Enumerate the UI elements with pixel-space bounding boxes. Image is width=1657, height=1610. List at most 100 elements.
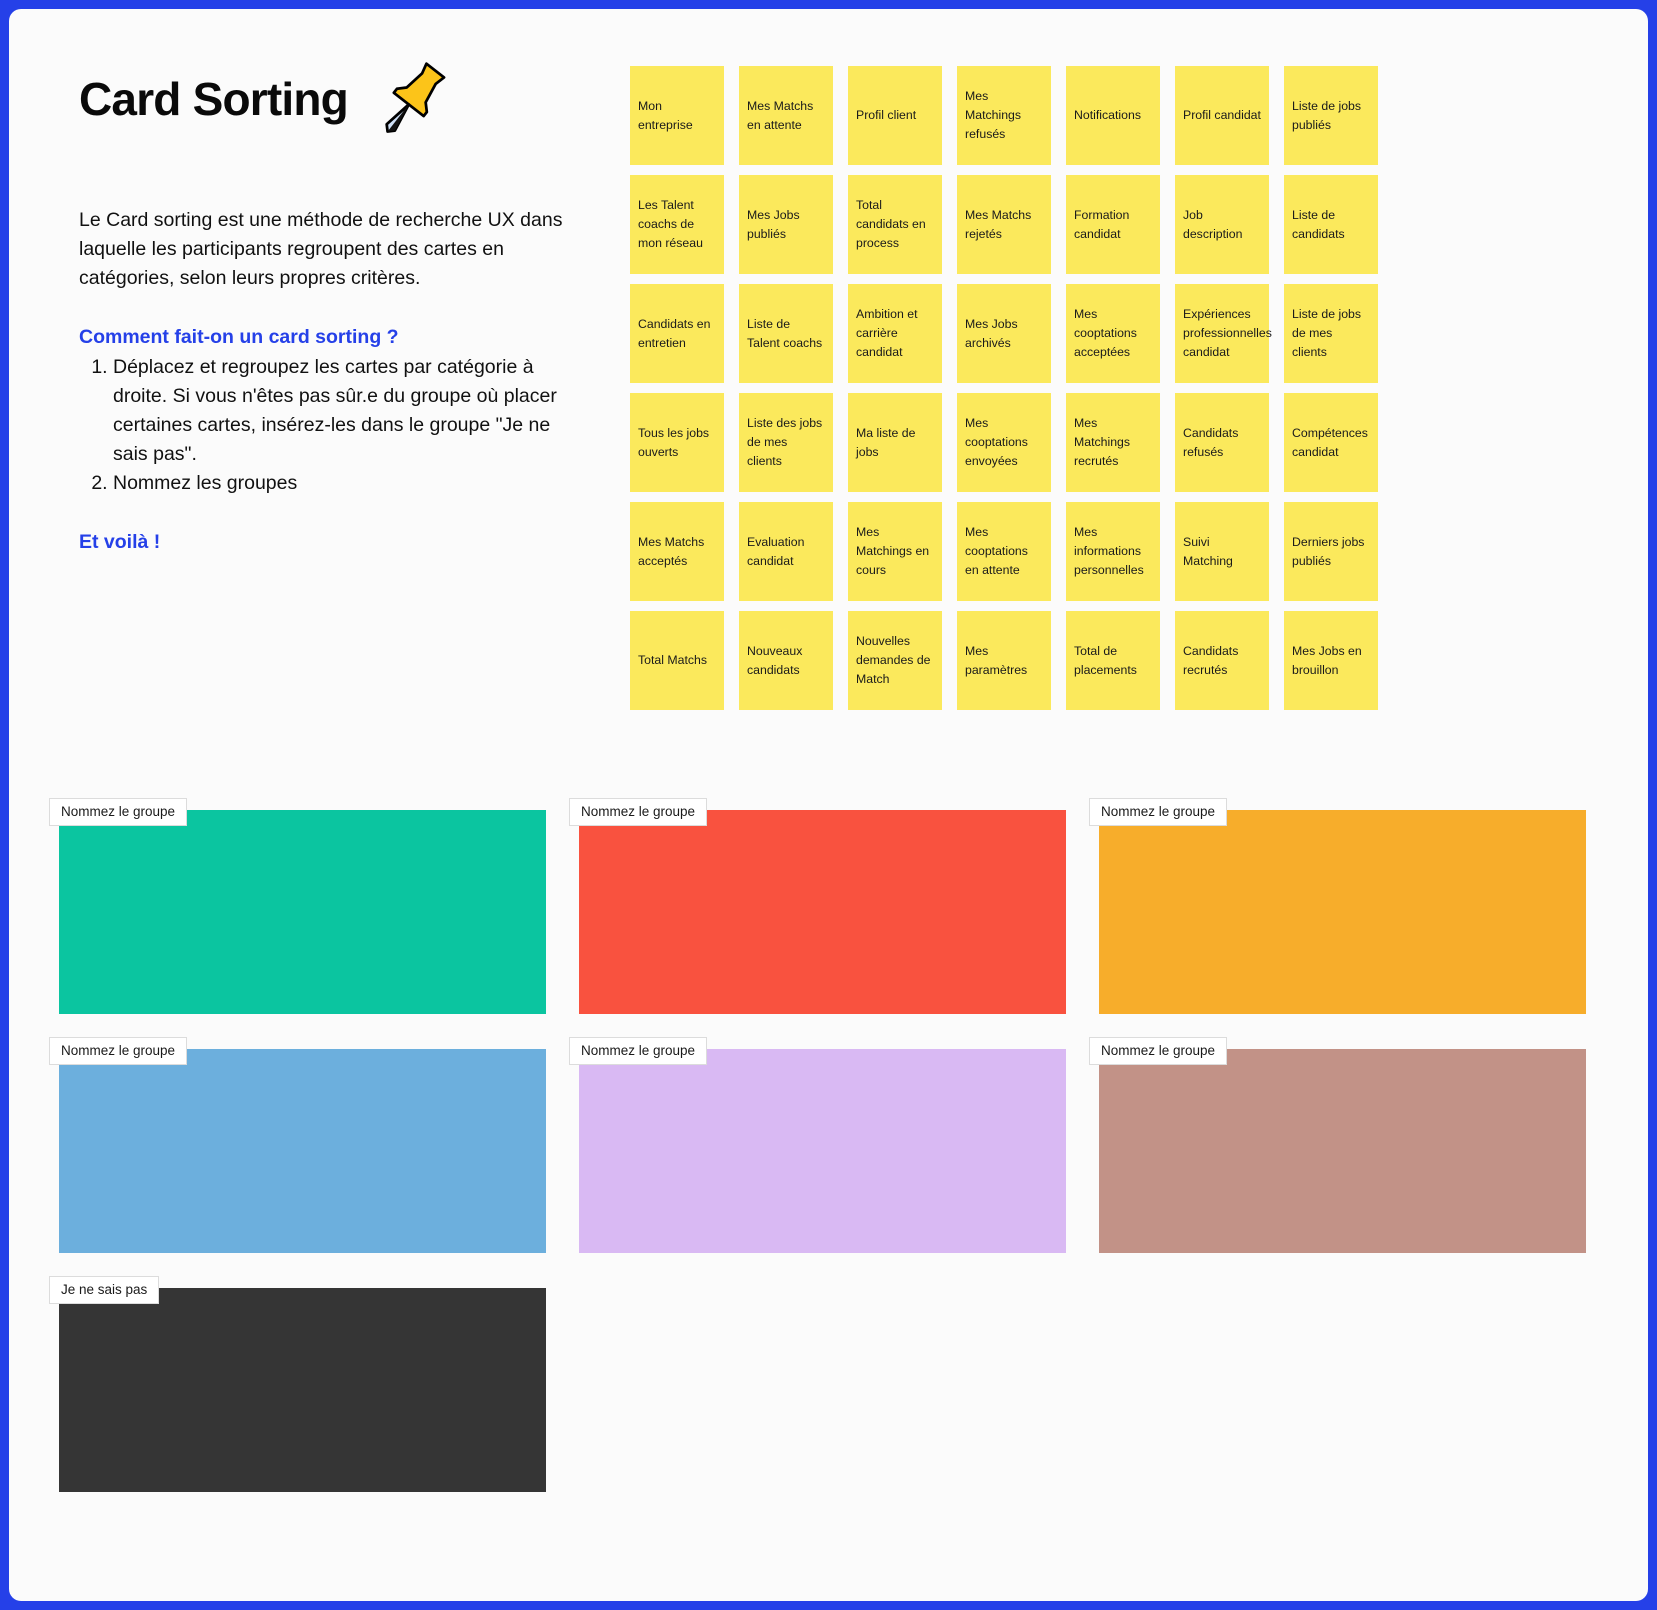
sort-card[interactable]: Formation candidat: [1066, 175, 1160, 274]
sort-card[interactable]: Mes Matchings recrutés: [1066, 393, 1160, 492]
sort-card[interactable]: Mes Matchs rejetés: [957, 175, 1051, 274]
sort-card[interactable]: Derniers jobs publiés: [1284, 502, 1378, 601]
sort-card-label: Mes Jobs archivés: [965, 316, 1018, 350]
group-zone-4[interactable]: Nommez le groupe: [49, 1037, 546, 1253]
sort-card-label: Total Matchs: [638, 653, 708, 668]
sort-card-label: Nouveaux candidats: [747, 643, 803, 677]
sort-card-label: Mes Matchings recrutés: [1074, 416, 1131, 468]
sort-card-label: Mes paramètres: [965, 643, 1028, 677]
sort-card[interactable]: Mes cooptations en attente: [957, 502, 1051, 601]
sort-card[interactable]: Tous les jobs ouverts: [630, 393, 724, 492]
group-zone-body[interactable]: [59, 810, 546, 1014]
step-item: Déplacez et regroupez les cartes par cat…: [113, 353, 579, 468]
sort-card[interactable]: Expériences professionnelles candidat: [1175, 284, 1272, 383]
group-zone-body[interactable]: [1099, 1049, 1586, 1253]
group-zone-body[interactable]: [1099, 810, 1586, 1014]
group-zone-unknown[interactable]: Je ne sais pas: [49, 1276, 546, 1492]
sort-card[interactable]: Candidats en entretien: [630, 284, 724, 383]
sort-card-label: Profil candidat: [1183, 108, 1261, 123]
group-zones: Nommez le groupe Nommez le groupe Nommez…: [49, 798, 1609, 1492]
group-zone-body[interactable]: [59, 1288, 546, 1492]
sort-card-label: Mes Jobs en brouillon: [1292, 643, 1362, 677]
sort-card[interactable]: Nouveaux candidats: [739, 611, 833, 710]
sort-card-label: Candidats en entretien: [638, 316, 711, 350]
group-zone-3[interactable]: Nommez le groupe: [1089, 798, 1586, 1014]
sort-card[interactable]: Mon entreprise: [630, 66, 724, 165]
sort-card[interactable]: Mes Matchs acceptés: [630, 502, 724, 601]
sort-card[interactable]: Suivi Matching: [1175, 502, 1269, 601]
sort-card[interactable]: Mes Matchings refusés: [957, 66, 1051, 165]
sort-card[interactable]: Mes Matchs en attente: [739, 66, 833, 165]
title-row: Card Sorting: [79, 54, 579, 144]
group-zone-body[interactable]: [59, 1049, 546, 1253]
group-name-input[interactable]: Nommez le groupe: [49, 1037, 188, 1065]
sort-card[interactable]: Liste de jobs de mes clients: [1284, 284, 1378, 383]
group-name-label-unknown[interactable]: Je ne sais pas: [49, 1276, 160, 1304]
page-title: Card Sorting: [79, 73, 349, 125]
sort-card[interactable]: Liste de Talent coachs: [739, 284, 833, 383]
group-zone-5[interactable]: Nommez le groupe: [569, 1037, 1066, 1253]
group-zone-1[interactable]: Nommez le groupe: [49, 798, 546, 1014]
sort-card[interactable]: Candidats refusés: [1175, 393, 1269, 492]
group-zone-6[interactable]: Nommez le groupe: [1089, 1037, 1586, 1253]
sort-card-label: Evaluation candidat: [747, 534, 805, 568]
sort-card-label: Liste de jobs de mes clients: [1292, 307, 1362, 359]
sort-card[interactable]: Compétences candidat: [1284, 393, 1378, 492]
sort-card-label: Liste de candidats: [1292, 207, 1345, 241]
sort-card-label: Expériences professionnelles candidat: [1183, 307, 1272, 359]
step-item: Nommez les groupes: [113, 469, 579, 498]
card-pool: Mon entreprise Mes Matchs en attente Pro…: [630, 66, 1378, 710]
sort-card-label: Liste des jobs de mes clients: [747, 416, 823, 468]
sort-card-label: Mes Matchings en cours: [856, 525, 930, 577]
sort-card[interactable]: Mes paramètres: [957, 611, 1051, 710]
sort-card-label: Liste de Talent coachs: [747, 316, 823, 350]
sort-card-label: Tous les jobs ouverts: [638, 425, 710, 459]
sort-card[interactable]: Mes cooptations envoyées: [957, 393, 1051, 492]
sort-card-label: Profil client: [856, 108, 917, 123]
sort-card[interactable]: Total Matchs: [630, 611, 724, 710]
sort-card[interactable]: Mes Jobs archivés: [957, 284, 1051, 383]
sort-card[interactable]: Les Talent coachs de mon réseau: [630, 175, 724, 274]
group-zone-2[interactable]: Nommez le groupe: [569, 798, 1066, 1014]
sort-card[interactable]: Job description: [1175, 175, 1269, 274]
sort-card[interactable]: Ma liste de jobs: [848, 393, 942, 492]
pushpin-icon: [370, 56, 456, 142]
sort-card[interactable]: Mes cooptations acceptées: [1066, 284, 1160, 383]
sort-card[interactable]: Liste des jobs de mes clients: [739, 393, 833, 492]
group-zone-body[interactable]: [579, 810, 1066, 1014]
sort-card[interactable]: Evaluation candidat: [739, 502, 833, 601]
sort-card-label: Mes Matchings refusés: [965, 89, 1022, 141]
sort-card-label: Mes informations personnelles: [1074, 525, 1144, 577]
sort-card[interactable]: Mes Jobs en brouillon: [1284, 611, 1378, 710]
sort-card-label: Derniers jobs publiés: [1292, 534, 1365, 568]
group-zone-body[interactable]: [579, 1049, 1066, 1253]
intro-panel: Card Sorting Le Card sorting est une mét…: [79, 54, 579, 557]
sort-card[interactable]: Liste de candidats: [1284, 175, 1378, 274]
sort-card[interactable]: Total de placements: [1066, 611, 1160, 710]
sort-card[interactable]: Mes Matchings en cours: [848, 502, 942, 601]
howto-steps: Déplacez et regroupez les cartes par cat…: [79, 353, 579, 497]
group-name-input[interactable]: Nommez le groupe: [569, 1037, 708, 1065]
sort-card[interactable]: Liste de jobs publiés: [1284, 66, 1378, 165]
sort-card[interactable]: Notifications: [1066, 66, 1160, 165]
sort-card[interactable]: Nouvelles demandes de Match: [848, 611, 942, 710]
sort-card-label: Ma liste de jobs: [856, 425, 916, 459]
group-name-input[interactable]: Nommez le groupe: [1089, 798, 1228, 826]
sort-card[interactable]: Profil candidat: [1175, 66, 1269, 165]
sort-card-label: Compétences candidat: [1292, 425, 1368, 459]
sort-card[interactable]: Ambition et carrière candidat: [848, 284, 942, 383]
sort-card[interactable]: Candidats recrutés: [1175, 611, 1269, 710]
sort-card[interactable]: Mes Jobs publiés: [739, 175, 833, 274]
sort-card-label: Mes Matchs rejetés: [965, 207, 1032, 241]
group-name-input[interactable]: Nommez le groupe: [1089, 1037, 1228, 1065]
sort-card-label: Mes cooptations en attente: [965, 525, 1028, 577]
sort-card[interactable]: Mes informations personnelles: [1066, 502, 1160, 601]
sort-card[interactable]: Profil client: [848, 66, 942, 165]
intro-paragraph: Le Card sorting est une méthode de reche…: [79, 209, 563, 289]
sort-card-label: Mes Matchs acceptés: [638, 534, 705, 568]
group-name-input[interactable]: Nommez le groupe: [49, 798, 188, 826]
closing-text: Et voilà !: [79, 530, 161, 553]
group-name-input[interactable]: Nommez le groupe: [569, 798, 708, 826]
intro-body: Le Card sorting est une méthode de reche…: [79, 206, 579, 557]
sort-card[interactable]: Total candidats en process: [848, 175, 942, 274]
